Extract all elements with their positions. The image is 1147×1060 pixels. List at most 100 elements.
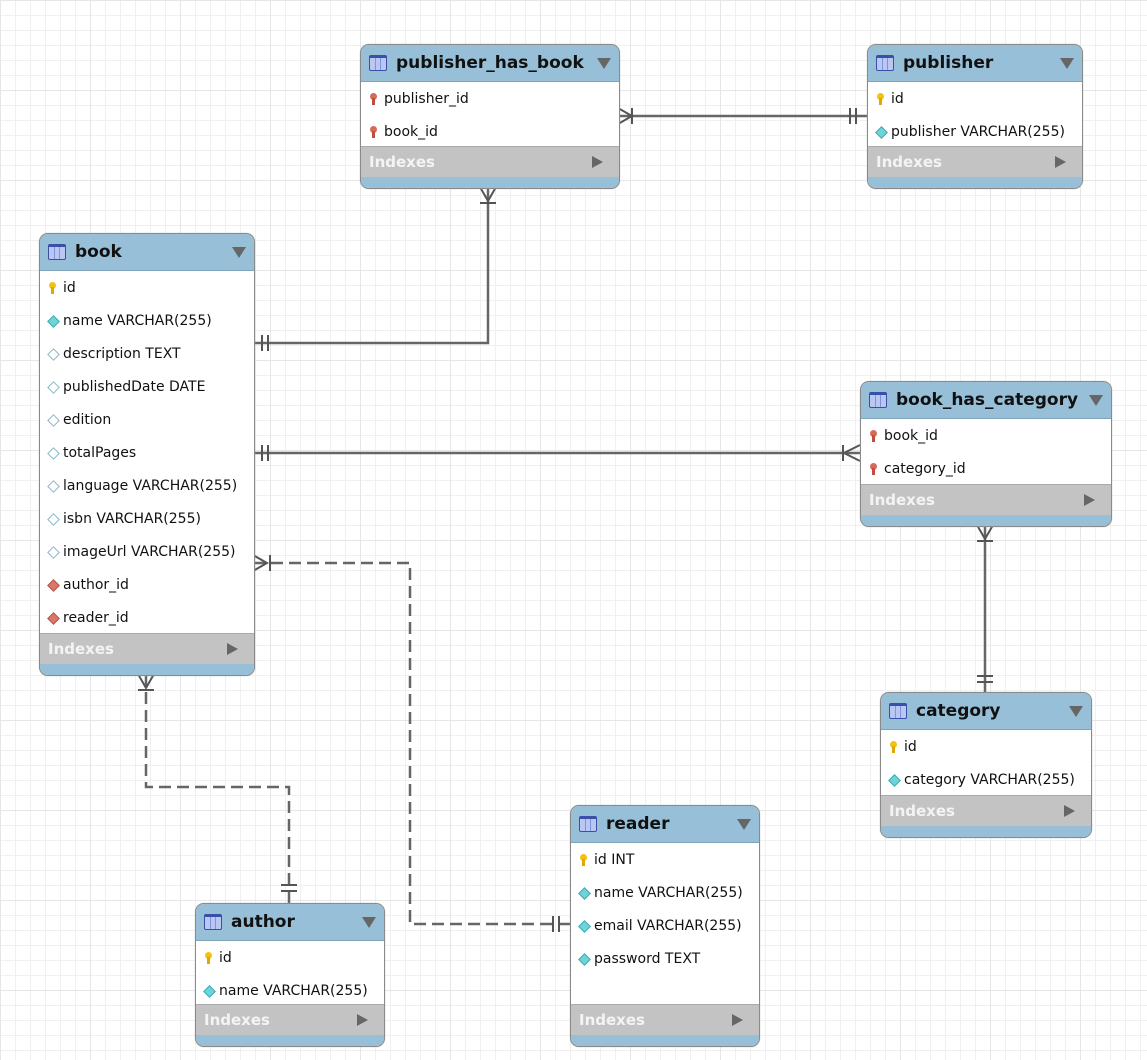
column-name: name VARCHAR(255)	[63, 312, 212, 329]
collapse-arrow-icon[interactable]	[1060, 57, 1074, 69]
expand-arrow-icon[interactable]	[732, 1014, 743, 1026]
column-row[interactable]: totalPages	[40, 436, 254, 469]
column-row[interactable]: id INT	[571, 843, 759, 876]
column-row[interactable]: category VARCHAR(255)	[881, 763, 1091, 796]
expand-arrow-icon[interactable]	[1055, 156, 1066, 168]
column-row[interactable]: language VARCHAR(255)	[40, 469, 254, 502]
table-footer	[40, 664, 254, 675]
column-name: id	[63, 279, 76, 296]
not-null-diamond-icon	[579, 953, 589, 965]
column-row[interactable]: name VARCHAR(255)	[571, 876, 759, 909]
column-row[interactable]: imageUrl VARCHAR(255)	[40, 535, 254, 568]
table-header[interactable]: book_has_category	[861, 382, 1111, 419]
table-reader[interactable]: reader id INT name VARCHAR(255) email VA…	[570, 805, 760, 1047]
table-header[interactable]: publisher	[868, 45, 1082, 82]
column-name: book_id	[384, 123, 438, 140]
column-row[interactable]: isbn VARCHAR(255)	[40, 502, 254, 535]
fk-key-icon	[369, 92, 379, 105]
primary-key-icon	[48, 281, 58, 294]
table-icon	[876, 55, 894, 71]
collapse-arrow-icon[interactable]	[737, 818, 751, 830]
indexes-section[interactable]: Indexes	[571, 1004, 759, 1035]
table-name: book	[75, 242, 122, 262]
table-publisher-has-book[interactable]: publisher_has_book publisher_id book_id …	[360, 44, 620, 189]
table-category[interactable]: category id category VARCHAR(255) Indexe…	[880, 692, 1092, 838]
table-header[interactable]: author	[196, 904, 384, 941]
column-name: id	[219, 949, 232, 966]
indexes-section[interactable]: Indexes	[881, 795, 1091, 826]
column-name: name VARCHAR(255)	[594, 884, 743, 901]
column-name: publisher_id	[384, 90, 469, 107]
table-footer	[361, 177, 619, 188]
table-name: publisher_has_book	[396, 53, 584, 73]
fk-key-icon	[869, 429, 879, 442]
indexes-label: Indexes	[889, 802, 955, 820]
column-name: id INT	[594, 851, 635, 868]
table-header[interactable]: publisher_has_book	[361, 45, 619, 82]
collapse-arrow-icon[interactable]	[362, 916, 376, 928]
table-book[interactable]: book id name VARCHAR(255) description TE…	[39, 233, 255, 676]
column-row[interactable]: reader_id	[40, 601, 254, 634]
table-author[interactable]: author id name VARCHAR(255) Indexes	[195, 903, 385, 1047]
column-row[interactable]: id	[868, 82, 1082, 115]
column-row[interactable]: publishedDate DATE	[40, 370, 254, 403]
indexes-section[interactable]: Indexes	[868, 146, 1082, 177]
collapse-arrow-icon[interactable]	[1069, 705, 1083, 717]
primary-key-icon	[876, 92, 886, 105]
column-name: email VARCHAR(255)	[594, 917, 742, 934]
column-name: description TEXT	[63, 345, 181, 362]
not-null-diamond-icon	[579, 920, 589, 932]
collapse-arrow-icon[interactable]	[232, 246, 246, 258]
column-row[interactable]: book_id	[361, 115, 619, 148]
table-header[interactable]: category	[881, 693, 1091, 730]
table-footer	[196, 1035, 384, 1046]
column-row[interactable]: author_id	[40, 568, 254, 601]
expand-arrow-icon[interactable]	[227, 643, 238, 655]
fk-key-icon	[869, 462, 879, 475]
column-row[interactable]: publisher VARCHAR(255)	[868, 115, 1082, 148]
table-icon	[204, 914, 222, 930]
indexes-section[interactable]: Indexes	[40, 633, 254, 664]
column-name: reader_id	[63, 609, 129, 626]
table-publisher[interactable]: publisher id publisher VARCHAR(255) Inde…	[867, 44, 1083, 189]
column-row[interactable]: book_id	[861, 419, 1111, 452]
collapse-arrow-icon[interactable]	[1089, 394, 1103, 406]
column-row[interactable]: edition	[40, 403, 254, 436]
expand-arrow-icon[interactable]	[1084, 494, 1095, 506]
column-row[interactable]: name VARCHAR(255)	[196, 974, 384, 1007]
column-row[interactable]: id	[881, 730, 1091, 763]
one-marker	[281, 884, 297, 892]
indexes-section[interactable]: Indexes	[361, 146, 619, 177]
table-header[interactable]: book	[40, 234, 254, 271]
table-book-has-category[interactable]: book_has_category book_id category_id In…	[860, 381, 1112, 527]
table-header[interactable]: reader	[571, 806, 759, 843]
collapse-arrow-icon[interactable]	[597, 57, 611, 69]
indexes-label: Indexes	[869, 491, 935, 509]
nullable-diamond-icon	[48, 447, 58, 459]
column-row[interactable]: description TEXT	[40, 337, 254, 370]
column-row[interactable]: id	[40, 271, 254, 304]
rel-book-reader	[253, 561, 570, 926]
column-row[interactable]: category_id	[861, 452, 1111, 485]
column-name: password TEXT	[594, 950, 701, 967]
indexes-section[interactable]: Indexes	[196, 1004, 384, 1035]
expand-arrow-icon[interactable]	[357, 1014, 368, 1026]
column-row[interactable]: email VARCHAR(255)	[571, 909, 759, 942]
column-row[interactable]: publisher_id	[361, 82, 619, 115]
indexes-section[interactable]: Indexes	[861, 484, 1111, 515]
indexes-label: Indexes	[369, 153, 435, 171]
column-row[interactable]: id	[196, 941, 384, 974]
column-row[interactable]: password TEXT	[571, 942, 759, 975]
expand-arrow-icon[interactable]	[592, 156, 603, 168]
table-footer	[861, 515, 1111, 526]
table-footer	[881, 826, 1091, 837]
table-footer	[571, 1035, 759, 1046]
primary-key-icon	[889, 740, 899, 753]
table-footer	[868, 177, 1082, 188]
nullable-diamond-icon	[48, 480, 58, 492]
column-row[interactable]: name VARCHAR(255)	[40, 304, 254, 337]
table-icon	[579, 816, 597, 832]
expand-arrow-icon[interactable]	[1064, 805, 1075, 817]
column-name: language VARCHAR(255)	[63, 477, 238, 494]
not-null-diamond-icon	[876, 126, 886, 138]
